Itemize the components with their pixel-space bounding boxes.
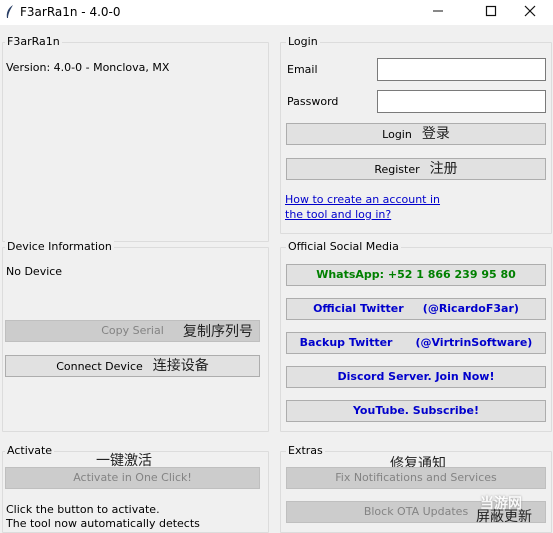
email-label: Email <box>287 63 318 76</box>
fix-notifications-button[interactable]: Fix Notifications and Services <box>286 467 546 489</box>
copy-serial-cn-label: 复制序列号 <box>183 324 253 340</box>
activate-button[interactable]: Activate in One Click! <box>5 467 260 489</box>
block-ota-label: Block OTA Updates <box>363 505 469 518</box>
login-button-cn-label: 登录 <box>421 126 450 142</box>
window-title: F3arRa1n - 4.0-0 <box>20 5 121 19</box>
password-field[interactable] <box>377 90 546 113</box>
minimize-button[interactable] <box>415 0 461 25</box>
device-info-group-label: Device Information <box>5 240 114 253</box>
connect-device-cn-label: 连接设备 <box>152 358 209 374</box>
whatsapp-button[interactable]: WhatsApp: +52 1 866 239 95 80 <box>286 264 546 286</box>
about-group-label: F3arRa1n <box>5 35 62 48</box>
minimize-icon <box>433 10 443 12</box>
device-status-text: No Device <box>6 265 63 278</box>
close-button[interactable] <box>507 0 553 25</box>
discord-button[interactable]: Discord Server. Join Now! <box>286 366 546 388</box>
login-group-label: Login <box>286 35 320 48</box>
close-icon <box>524 5 536 17</box>
activate-info-line1: Click the button to activate. <box>6 503 160 516</box>
copy-serial-label: Copy Serial <box>101 324 164 337</box>
social-media-group-label: Official Social Media <box>286 240 401 253</box>
activate-group-label: Activate <box>5 444 55 457</box>
login-button[interactable]: Login 登录 <box>286 123 546 145</box>
official-twitter-button[interactable]: Official Twitter (@RicardoF3ar) <box>286 298 546 320</box>
extras-group-label: Extras <box>286 444 325 457</box>
password-label: Password <box>287 95 339 108</box>
register-button-cn-label: 注册 <box>429 161 458 177</box>
version-text: Version: 4.0-0 - Monclova, MX <box>6 61 170 74</box>
help-link-line1: How to create an account in <box>285 193 441 206</box>
login-button-label: Login <box>382 128 412 141</box>
watermark-text: 当游网 <box>480 496 522 512</box>
backup-twitter-button[interactable]: Backup Twitter (@VirtrinSoftware) <box>286 332 546 354</box>
register-button[interactable]: Register 注册 <box>286 158 546 180</box>
feather-icon <box>5 5 15 22</box>
register-button-label: Register <box>374 163 420 176</box>
maximize-icon <box>485 5 497 17</box>
help-link-line2: the tool and log in? <box>285 208 392 221</box>
activate-info-line2: The tool now automatically detects <box>6 517 200 530</box>
create-account-help-link[interactable]: How to create an account in the tool and… <box>285 192 440 222</box>
title-bar: F3arRa1n - 4.0-0 <box>0 0 553 25</box>
connect-device-button[interactable]: Connect Device 连接设备 <box>5 355 260 377</box>
youtube-button[interactable]: YouTube. Subscribe! <box>286 400 546 422</box>
email-field[interactable] <box>377 58 546 81</box>
connect-device-label: Connect Device <box>56 360 143 373</box>
